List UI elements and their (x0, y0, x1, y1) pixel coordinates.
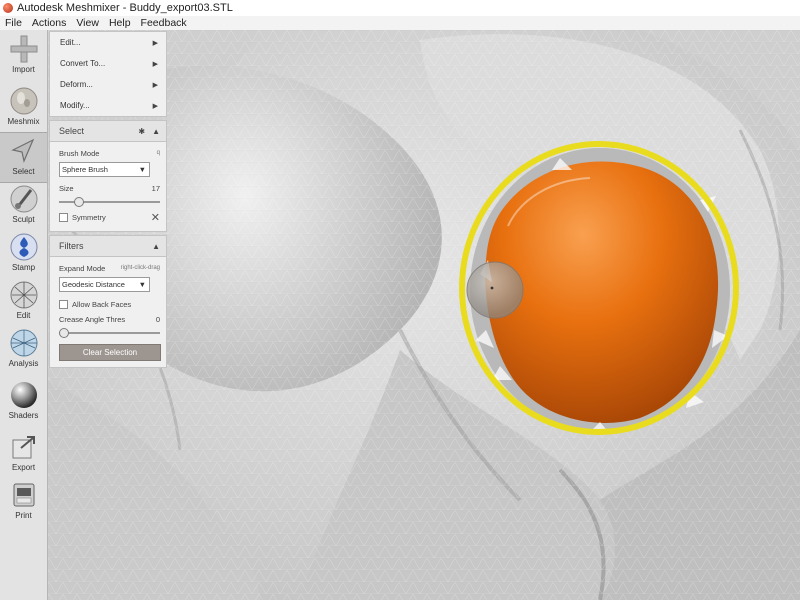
select-label: Select (12, 167, 35, 176)
menu-file[interactable]: File (0, 17, 27, 29)
select-section: Select ✱ ▲ Brush Mode q Sphere Brush ▼ Size… (49, 120, 167, 232)
symmetry-label: Symmetry (72, 212, 106, 222)
size-slider-handle[interactable] (74, 197, 85, 207)
print-label: Print (15, 511, 32, 520)
menu-item-convert-to[interactable]: Convert To... ▶ (50, 53, 166, 74)
sculpt-label: Sculpt (12, 215, 35, 224)
size-slider[interactable] (59, 197, 160, 207)
crease-angle-value: 0 (155, 314, 160, 324)
submenu-arrow-icon: ▶ (152, 102, 158, 110)
menu-feedback[interactable]: Feedback (136, 17, 192, 29)
sphere-mesh-icon (10, 281, 37, 309)
menu-item-modify[interactable]: Modify... ▶ (50, 95, 166, 116)
edit-label: Edit (16, 311, 31, 320)
window-title: Autodesk Meshmixer - Buddy_export03.STL (17, 2, 233, 14)
crease-angle-slider[interactable] (59, 328, 160, 338)
checkbox-box[interactable] (59, 299, 68, 309)
bunny-head-icon (10, 87, 37, 115)
crease-angle-label: Crease Angle Thres (59, 314, 126, 324)
brush-mode-label: Brush Mode (59, 148, 100, 158)
gear-icon[interactable]: ✱ (138, 127, 145, 136)
allow-back-faces-checkbox[interactable]: Allow Back Faces (59, 299, 132, 309)
import-tool[interactable]: Import (0, 34, 47, 74)
edit-tool[interactable]: Edit (0, 280, 47, 320)
expand-mode-hint: right-click-drag (120, 265, 160, 271)
chevron-down-icon: ▼ (138, 280, 146, 289)
menu-bar: File Actions View Help Feedback (0, 16, 800, 30)
brush-cursor (466, 261, 524, 319)
brush-icon (10, 185, 37, 213)
menu-help[interactable]: Help (104, 17, 136, 29)
clear-selection-button[interactable]: Clear Selection (59, 344, 161, 361)
select-tool[interactable]: Select (0, 132, 47, 183)
chevron-down-icon: ▼ (138, 165, 146, 174)
symmetry-checkbox[interactable]: Symmetry (59, 212, 106, 222)
title-bar: Autodesk Meshmixer - Buddy_export03.STL (0, 0, 800, 16)
select-section-title: Select (59, 126, 85, 136)
filters-section: Filters ▲ Expand Mode right-click-drag Ge… (49, 235, 167, 368)
size-label: Size (59, 183, 74, 193)
shaders-tool[interactable]: Shaders (0, 380, 47, 420)
expand-mode-dropdown[interactable]: Geodesic Distance ▼ (59, 277, 150, 292)
filters-section-title: Filters (59, 241, 84, 251)
brush-mode-dropdown[interactable]: Sphere Brush ▼ (59, 162, 150, 177)
submenu-arrow-icon: ▶ (152, 60, 158, 68)
left-toolbar: Import Meshmix Select Sculpt Stamp Edit … (0, 30, 48, 600)
shader-ball-icon (10, 382, 37, 408)
plus-icon (10, 35, 37, 63)
menu-item-deform[interactable]: Deform... ▶ (50, 74, 166, 95)
collapse-arrow-icon[interactable]: ▲ (152, 242, 160, 251)
filters-section-header[interactable]: Filters ▲ (50, 236, 166, 257)
allow-back-faces-label: Allow Back Faces (72, 299, 132, 309)
collapse-arrow-icon[interactable]: ▲ (152, 127, 160, 136)
submenu-arrow-icon: ▶ (152, 81, 158, 89)
size-value: 17 (151, 183, 160, 193)
export-arrow-icon (12, 436, 35, 459)
menu-item-edit[interactable]: Edit... ▶ (50, 32, 166, 53)
shaders-label: Shaders (8, 411, 39, 420)
stamp-tool[interactable]: Stamp (0, 232, 47, 272)
checkbox-box[interactable] (59, 212, 68, 222)
crease-angle-slider-handle[interactable] (59, 328, 69, 338)
arrow-cursor-icon (10, 138, 34, 163)
submenu-arrow-icon: ▶ (152, 39, 158, 47)
print-tool[interactable]: Print (0, 480, 47, 520)
export-tool[interactable]: Export (0, 432, 47, 472)
import-label: Import (12, 65, 35, 74)
meshmix-tool[interactable]: Meshmix (0, 86, 47, 126)
meshmix-label: Meshmix (7, 117, 40, 126)
menu-view[interactable]: View (71, 17, 104, 29)
sculpt-tool[interactable]: Sculpt (0, 184, 47, 224)
export-label: Export (11, 463, 36, 472)
analysis-label: Analysis (8, 359, 39, 368)
brush-mode-hotkey: q (156, 150, 160, 156)
stamp-label: Stamp (11, 263, 36, 272)
expand-mode-label: Expand Mode (59, 263, 106, 273)
symmetry-tools-icon[interactable]: ✕ (151, 211, 160, 224)
edit-submenu: Edit... ▶ Convert To... ▶ Deform... ▶ Modif… (49, 31, 167, 117)
analysis-sphere-icon (10, 329, 37, 357)
printer-icon (13, 483, 34, 507)
select-section-header[interactable]: Select ✱ ▲ (50, 121, 166, 142)
tool-panel: Edit... ▶ Convert To... ▶ Deform... ▶ Modif… (49, 31, 167, 368)
analysis-tool[interactable]: Analysis (0, 328, 47, 368)
meshmixer-app-icon (3, 3, 13, 13)
menu-actions[interactable]: Actions (27, 17, 71, 29)
stamp-icon (10, 233, 37, 261)
